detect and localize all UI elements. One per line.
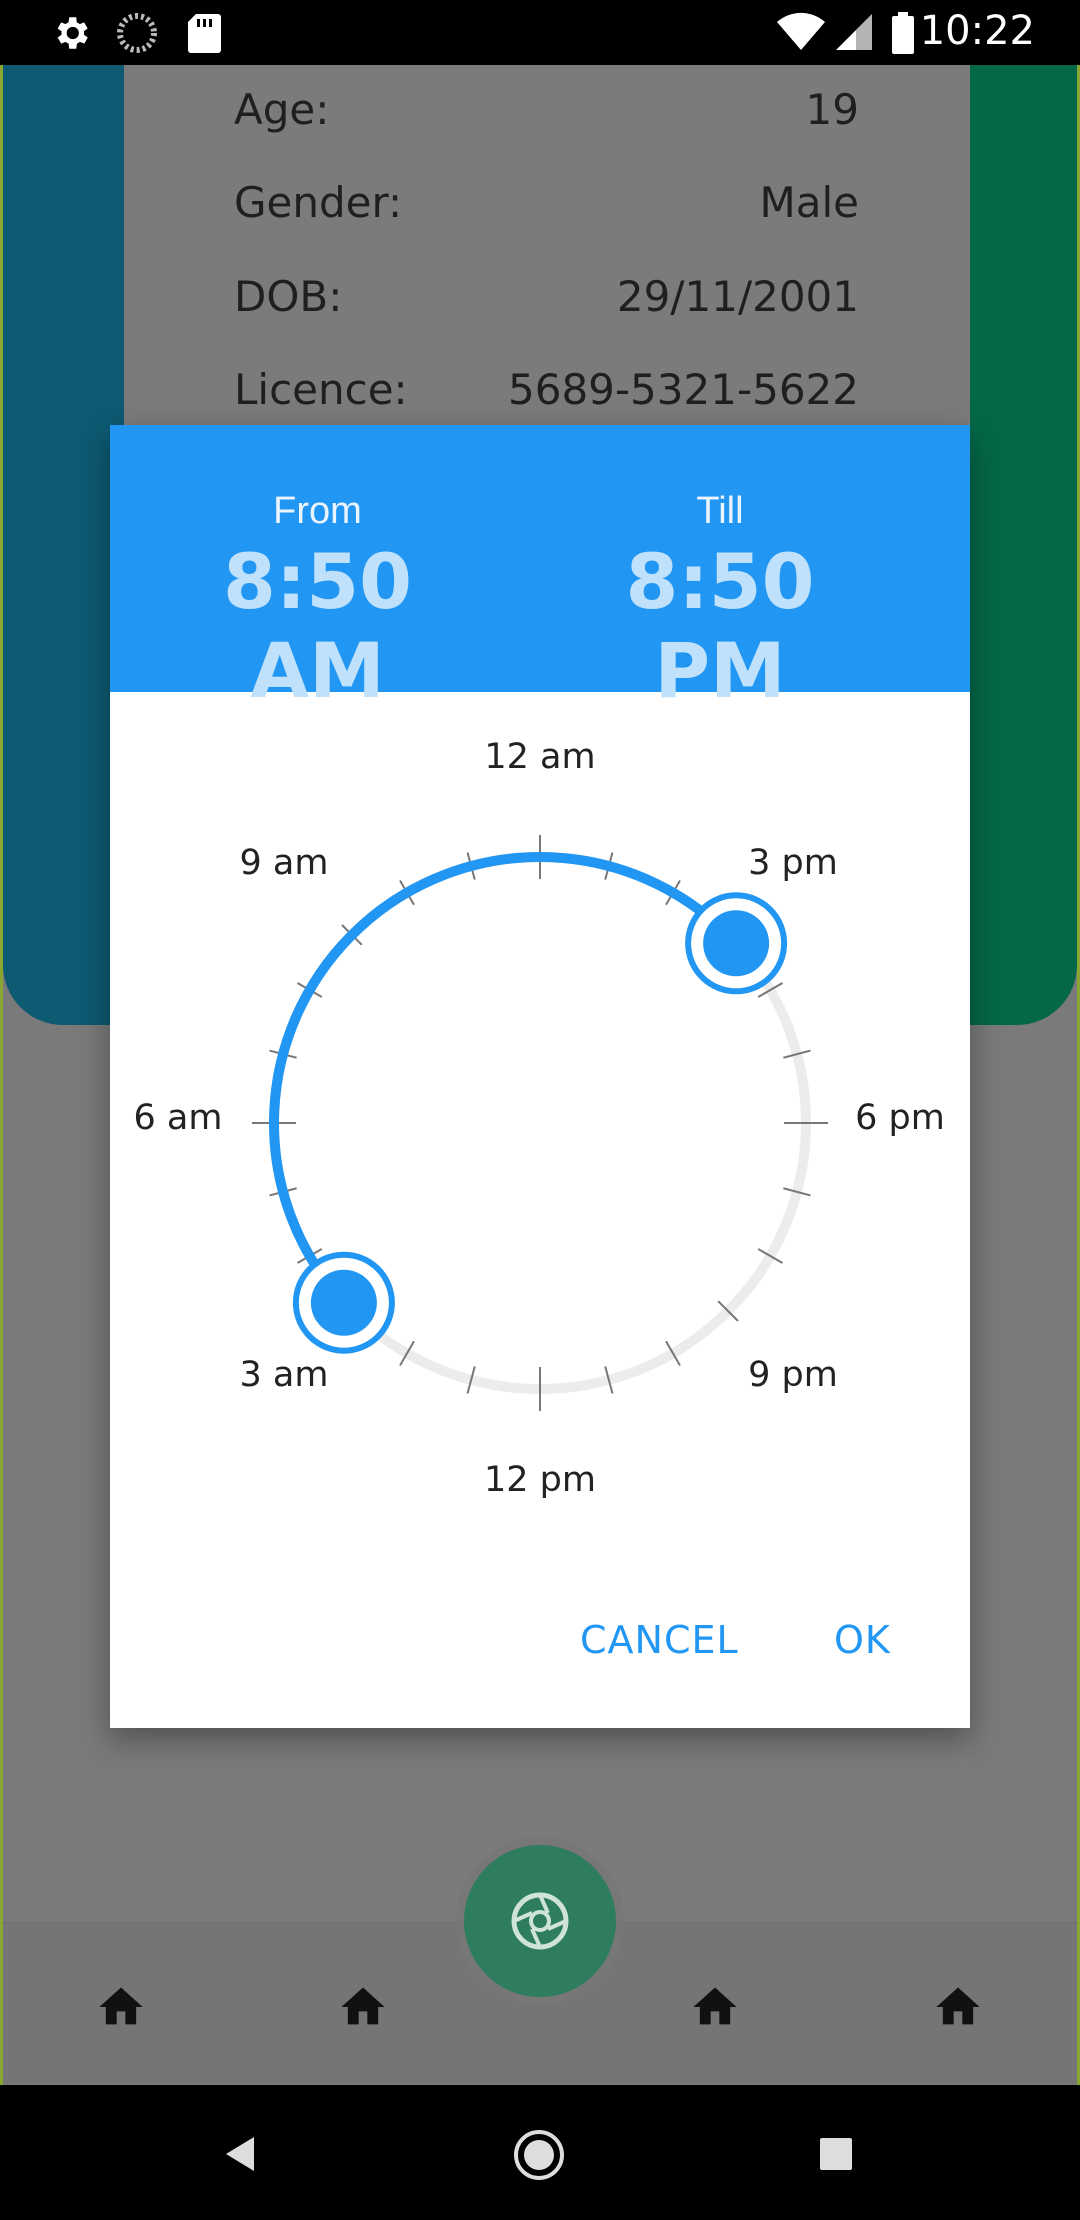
- gear-icon: [57, 17, 88, 49]
- dial-label-12pm: 12 pm: [484, 1460, 596, 1500]
- recents-icon[interactable]: [818, 2136, 854, 2172]
- dial-label-6am: 6 am: [133, 1098, 223, 1138]
- selected-range-arc: [269, 852, 742, 1308]
- dial-label-6pm: 6 pm: [855, 1098, 945, 1138]
- android-nav-bar: [0, 2085, 1080, 2220]
- dialog-header: From 8:50 AM Till 8:50 PM: [110, 425, 970, 715]
- dial-label-9pm: 9 pm: [748, 1355, 838, 1395]
- time-range-dialog: From 8:50 AM Till 8:50 PM 12 am 3 pm 6 p…: [110, 425, 970, 1728]
- end-handle[interactable]: [685, 892, 788, 995]
- dial-label-3pm: 3 pm: [748, 843, 838, 883]
- cancel-button[interactable]: CANCEL: [580, 1618, 739, 1662]
- from-time: 8:50 AM: [222, 537, 413, 715]
- home-circle-icon[interactable]: [512, 2128, 566, 2182]
- dial-label-3am: 3 am: [239, 1355, 329, 1395]
- dial-label-12am: 12 am: [484, 737, 596, 777]
- from-label: From: [273, 490, 362, 532]
- dial-label-9am: 9 am: [239, 843, 329, 883]
- wifi-icon: [777, 12, 825, 51]
- till-time: 8:50 PM: [625, 537, 815, 715]
- start-handle[interactable]: [292, 1251, 395, 1354]
- till-section[interactable]: Till 8:50 PM: [550, 490, 890, 715]
- loading-icon: [117, 13, 157, 53]
- ok-button[interactable]: OK: [834, 1618, 891, 1662]
- from-section[interactable]: From 8:50 AM: [210, 490, 425, 715]
- back-icon[interactable]: [222, 2135, 258, 2173]
- status-time: 10:22: [919, 8, 1035, 54]
- till-label: Till: [696, 490, 744, 532]
- sd-card-icon: [188, 14, 221, 53]
- battery-icon: [892, 12, 914, 54]
- status-bar: 10:22: [0, 0, 1080, 65]
- signal-icon: [836, 14, 872, 50]
